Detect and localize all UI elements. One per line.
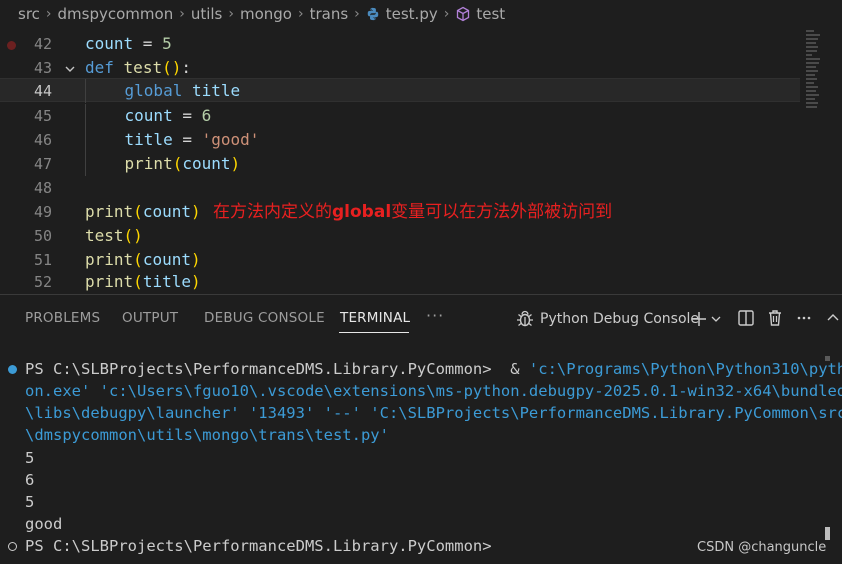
debug-bug-icon (517, 310, 533, 327)
code-text: def test(): (85, 58, 191, 77)
breadcrumb-item-src[interactable]: src (18, 5, 40, 23)
code-line-49[interactable]: 49 print(count) 在方法内定义的global变量可以在方法外部被访… (0, 200, 800, 224)
code-line-46[interactable]: 46 title = 'good' (0, 128, 800, 152)
code-text: count = 5 (85, 34, 172, 53)
terminal-scrollbar-thumb[interactable] (825, 527, 830, 540)
panel-divider[interactable] (0, 294, 842, 295)
new-terminal-plus-icon[interactable] (690, 310, 708, 328)
command-status-dot[interactable] (8, 365, 17, 374)
chevron-right-icon: › (297, 6, 304, 22)
code-line-52[interactable]: 52 print(title) (0, 270, 800, 294)
terminal-session-label[interactable]: Python Debug Console (540, 311, 699, 327)
split-terminal-icon[interactable] (737, 309, 755, 327)
breadcrumb: src › dmspycommon › utils › mongo › tran… (0, 0, 842, 28)
code-text: global title (85, 79, 240, 103)
more-actions-icon[interactable] (797, 311, 811, 325)
chevron-right-icon: › (228, 6, 234, 22)
breadcrumb-item-dmspycommon[interactable]: dmspycommon (58, 5, 174, 23)
line-number: 48 (33, 179, 52, 197)
code-text: count = 6 (85, 104, 211, 128)
code-text: print(count) (85, 250, 201, 269)
panel-tab-bar: PROBLEMS OUTPUT DEBUG CONSOLE TERMINAL ·… (0, 296, 842, 340)
chevron-right-icon: › (179, 6, 185, 22)
breadcrumb-item-mongo[interactable]: mongo (240, 5, 292, 23)
chevron-right-icon: › (45, 6, 52, 22)
terminal-output-line: 5 (25, 449, 35, 467)
line-number: 44 (33, 82, 52, 100)
code-text: test() (85, 226, 143, 245)
chevron-down-icon[interactable] (711, 315, 721, 323)
tab-output[interactable]: OUTPUT (122, 310, 178, 326)
more-tabs-button[interactable]: ··· (426, 306, 444, 325)
active-tab-indicator (339, 332, 409, 333)
line-number: 47 (33, 155, 52, 173)
tab-debug-console[interactable]: DEBUG CONSOLE (204, 310, 325, 326)
code-text: print(title) (85, 272, 201, 291)
code-text: title = 'good' (85, 128, 259, 152)
terminal-output-line: 6 (25, 471, 35, 489)
line-number: 45 (33, 107, 52, 125)
breadcrumb-item-trans[interactable]: trans (310, 5, 349, 23)
fold-chevron-icon[interactable] (64, 63, 76, 75)
terminal-prompt-line: PS C:\SLBProjects\PerformanceDMS.Library… (25, 537, 492, 555)
maximize-panel-chevron-icon[interactable] (826, 312, 840, 322)
terminal-line: \dmspycommon\utils\mongo\trans\test.py' (25, 426, 389, 444)
code-line-47[interactable]: 47 print(count) (0, 152, 800, 176)
line-number: 43 (33, 59, 52, 77)
terminal-output[interactable]: PS C:\SLBProjects\PerformanceDMS.Library… (0, 358, 842, 564)
code-editor[interactable]: 42 count = 5 43 def test(): 44 global ti… (0, 30, 842, 292)
code-line-51[interactable]: 51 print(count) (0, 248, 800, 272)
chevron-right-icon: › (354, 6, 360, 22)
code-line-44[interactable]: 44 global title (0, 78, 800, 103)
terminal-line: PS C:\SLBProjects\PerformanceDMS.Library… (25, 360, 842, 378)
terminal-output-line: 5 (25, 493, 35, 511)
line-number: 42 (33, 35, 52, 53)
watermark: CSDN @changuncle (697, 540, 827, 555)
chevron-right-icon: › (443, 6, 450, 22)
tab-problems[interactable]: PROBLEMS (25, 310, 100, 326)
line-number: 50 (33, 227, 52, 245)
breadcrumb-item-utils[interactable]: utils (191, 5, 223, 23)
code-text: print(count) (85, 152, 240, 176)
scrollbar-marker (825, 356, 830, 361)
code-line-43[interactable]: 43 def test(): (0, 56, 800, 80)
terminal-line: \libs\debugpy\launcher' '13493' '--' 'C:… (25, 404, 842, 422)
breadcrumb-item-symbol[interactable]: test (476, 5, 505, 23)
tab-terminal[interactable]: TERMINAL (340, 310, 410, 326)
code-line-48[interactable]: 48 (0, 176, 800, 200)
breadcrumb-item-file[interactable]: test.py (386, 5, 438, 23)
line-number: 51 (33, 251, 52, 269)
method-cube-icon (457, 6, 470, 22)
minimap[interactable] (806, 30, 826, 130)
code-text: print(count) (85, 202, 201, 221)
command-status-dot[interactable] (8, 542, 17, 551)
code-line-45[interactable]: 45 count = 6 (0, 104, 800, 128)
code-line-50[interactable]: 50 test() (0, 224, 800, 248)
line-number: 49 (33, 203, 52, 221)
line-number: 52 (33, 273, 52, 291)
annotation-text: 在方法内定义的global变量可以在方法外部被访问到 (213, 202, 613, 222)
terminal-line: on.exe' 'c:\Users\fguo10\.vscode\extensi… (25, 382, 842, 400)
code-line-42[interactable]: 42 count = 5 (0, 32, 800, 56)
line-number: 46 (33, 131, 52, 149)
trash-icon[interactable] (766, 308, 784, 327)
python-file-icon (367, 7, 378, 21)
terminal-output-line: good (25, 515, 63, 533)
